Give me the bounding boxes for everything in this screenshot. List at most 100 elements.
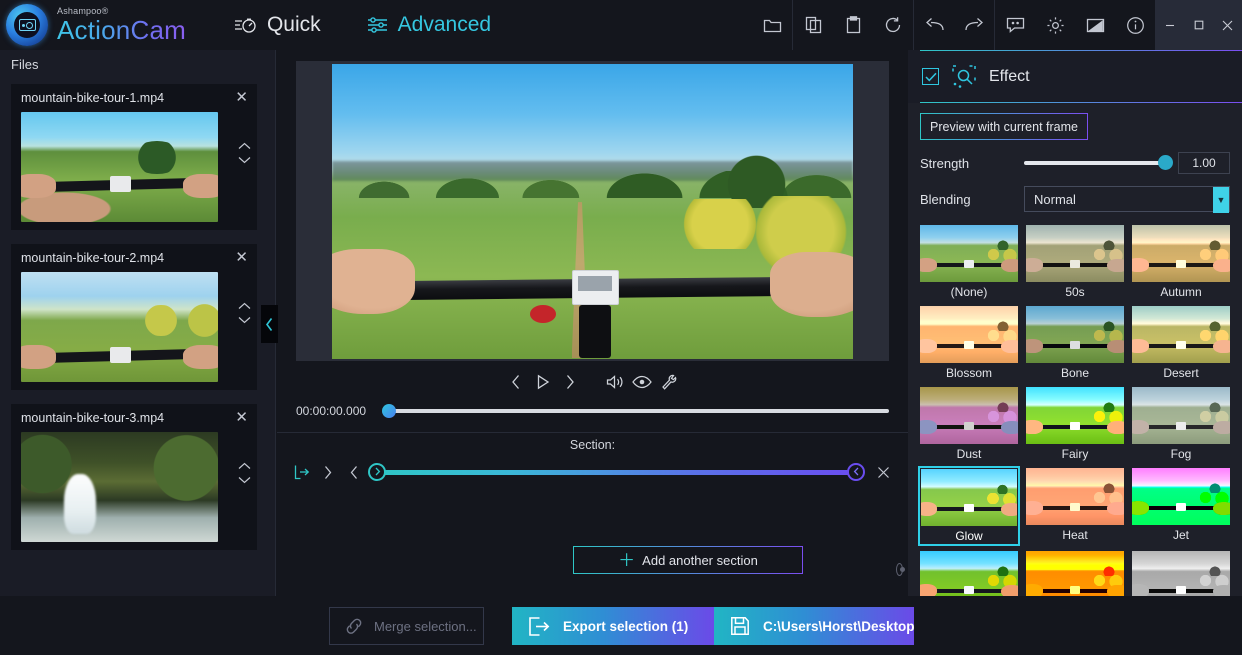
seek-slider[interactable] <box>388 409 889 413</box>
toolbar-history-group <box>914 0 994 50</box>
redo-button[interactable] <box>954 0 994 50</box>
open-folder-button[interactable] <box>752 0 792 50</box>
seek-handle[interactable] <box>382 404 396 418</box>
effect-item-desert[interactable]: Desert <box>1132 306 1230 380</box>
effect-thumbnail <box>1026 387 1124 444</box>
effect-name: (None) <box>920 285 1018 299</box>
merge-selection-button[interactable]: Merge selection... <box>329 607 484 645</box>
maximize-button[interactable] <box>1184 0 1213 50</box>
output-path-button[interactable]: C:\Users\Horst\Desktop <box>714 607 914 645</box>
move-down-icon[interactable] <box>238 476 251 484</box>
effect-item-jet[interactable]: Jet <box>1132 468 1230 544</box>
collapse-sidebar-button[interactable] <box>261 305 278 343</box>
preview-button-label: Preview with current frame <box>930 120 1078 134</box>
chevron-down-icon[interactable]: ▼ <box>1213 187 1229 213</box>
app-logo: Ashampoo® ActionCam <box>0 4 186 46</box>
gear-icon[interactable] <box>1035 0 1075 50</box>
export-selection-button[interactable]: Export selection (1) <box>512 607 714 645</box>
close-icon[interactable]: ✕ <box>235 250 248 265</box>
effect-item-fog[interactable]: Fog <box>1132 387 1230 461</box>
effect-item-none[interactable]: (None) <box>920 225 1018 299</box>
effect-item-dust[interactable]: Dust <box>920 387 1018 461</box>
strength-label: Strength <box>920 156 1024 171</box>
effect-name: Bone <box>1026 366 1124 380</box>
effect-item-glow[interactable]: Glow <box>920 468 1018 544</box>
volume-button[interactable] <box>602 369 629 396</box>
move-up-icon[interactable] <box>238 462 251 470</box>
effect-name: Fog <box>1132 447 1230 461</box>
section-prev-button[interactable] <box>341 459 367 485</box>
contrast-square-icon[interactable] <box>1075 0 1115 50</box>
strength-slider[interactable] <box>1024 161 1166 165</box>
previous-frame-button[interactable] <box>503 369 530 396</box>
preview-with-current-frame-button[interactable]: Preview with current frame <box>920 113 1088 140</box>
effect-grid: (None) 50s Autumn Blossom Bone <box>920 225 1230 608</box>
list-item[interactable]: mountain-bike-tour-3.mp4 ✕ <box>11 404 257 550</box>
effect-thumbnail <box>1132 387 1230 444</box>
eye-icon[interactable] <box>629 369 656 396</box>
toolbar-file-group <box>752 0 792 50</box>
feedback-button[interactable] <box>995 0 1035 50</box>
effect-thumbnail <box>1026 306 1124 363</box>
effect-item-fairy[interactable]: Fairy <box>1026 387 1124 461</box>
effect-item-bone[interactable]: Bone <box>1026 306 1124 380</box>
move-up-icon[interactable] <box>238 302 251 310</box>
effect-item-50s[interactable]: 50s <box>1026 225 1124 299</box>
file-name: mountain-bike-tour-1.mp4 <box>21 91 247 105</box>
split-section-button[interactable] <box>289 459 315 485</box>
delete-section-button[interactable] <box>870 459 896 485</box>
close-button[interactable] <box>1213 0 1242 50</box>
move-up-icon[interactable] <box>238 142 251 150</box>
effect-item-blossom[interactable]: Blossom <box>920 306 1018 380</box>
effect-name: Blossom <box>920 366 1018 380</box>
effect-item-heat[interactable]: Heat <box>1026 468 1124 544</box>
section-label: Section: <box>277 438 908 452</box>
effect-enable-checkbox[interactable] <box>922 68 939 85</box>
effect-thumbnail <box>1026 468 1124 525</box>
section-start-handle[interactable] <box>368 463 386 481</box>
file-thumbnail[interactable] <box>21 272 218 382</box>
close-icon[interactable]: ✕ <box>235 410 248 425</box>
file-reorder-controls[interactable] <box>238 142 251 164</box>
reset-button[interactable] <box>873 0 913 50</box>
video-preview[interactable] <box>296 61 889 361</box>
window-controls <box>1155 0 1242 50</box>
play-button[interactable] <box>530 369 557 396</box>
file-thumbnail[interactable] <box>21 432 218 542</box>
move-down-icon[interactable] <box>238 316 251 324</box>
list-item[interactable]: mountain-bike-tour-2.mp4 ✕ <box>11 244 257 390</box>
strength-value-input[interactable]: 1.00 <box>1178 152 1230 174</box>
stopwatch-icon <box>234 16 258 34</box>
info-circle-icon[interactable] <box>1115 0 1155 50</box>
wrench-icon[interactable] <box>656 369 683 396</box>
mode-quick-button[interactable]: Quick <box>226 13 329 37</box>
minimize-button[interactable] <box>1155 0 1184 50</box>
section-next-button[interactable] <box>315 459 341 485</box>
section-range-slider[interactable] <box>377 470 856 475</box>
list-item[interactable]: mountain-bike-tour-1.mp4 ✕ <box>11 84 257 230</box>
video-frame <box>332 64 853 359</box>
blending-row: Blending Normal ▼ <box>920 186 1230 212</box>
strength-handle[interactable] <box>1158 155 1173 170</box>
section-end-handle[interactable] <box>847 463 865 481</box>
close-icon[interactable]: ✕ <box>235 90 248 105</box>
move-down-icon[interactable] <box>238 156 251 164</box>
undo-button[interactable] <box>914 0 954 50</box>
next-frame-button[interactable] <box>557 369 584 396</box>
file-reorder-controls[interactable] <box>238 302 251 324</box>
section-timeline-row <box>289 458 896 486</box>
effect-item-autumn[interactable]: Autumn <box>1132 225 1230 299</box>
paste-button[interactable] <box>833 0 873 50</box>
files-panel: Files mountain-bike-tour-1.mp4 ✕ <box>0 50 276 596</box>
toolbar-utility-group <box>995 0 1155 50</box>
copy-button[interactable] <box>793 0 833 50</box>
file-thumbnail[interactable] <box>21 112 218 222</box>
effect-thumbnail <box>1026 225 1124 282</box>
files-list[interactable]: mountain-bike-tour-1.mp4 ✕ mountain-bike… <box>0 78 275 596</box>
effect-thumbnail <box>1132 225 1230 282</box>
blending-select[interactable]: Normal ▼ <box>1024 186 1230 212</box>
radio-export-individual[interactable] <box>896 563 903 576</box>
mode-advanced-button[interactable]: Advanced <box>359 13 499 37</box>
file-reorder-controls[interactable] <box>238 462 251 484</box>
add-another-section-button[interactable]: ＋ Add another section <box>573 546 803 574</box>
